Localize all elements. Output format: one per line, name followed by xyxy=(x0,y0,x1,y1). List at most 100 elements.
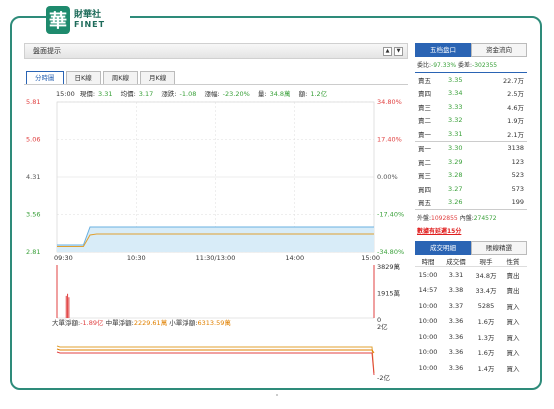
flow-mid-label: 中單淨額: xyxy=(105,319,134,327)
sell-row: 賣五 3.35 22.7万 xyxy=(415,73,527,87)
trade-tabs: 成交明細 賬線精選 xyxy=(415,241,527,255)
buy-row: 買四 3.27 573 xyxy=(415,182,527,196)
inner-value: 274572 xyxy=(473,215,497,222)
quote-info-bar: 15:00 現價: 3.31 均價: 3.17 漲跌: -1.08 漲幅: -23.20… xyxy=(56,88,333,98)
tab-intraday[interactable]: 分時圖 xyxy=(26,71,64,84)
info-avg-label: 均價: xyxy=(120,90,136,98)
buy-levels: 買一 3.30 3138 買二 3.29 123 買三 3.28 523 買四 3.27 573… xyxy=(415,142,527,210)
quote-side-panel: 五档盘口 资金流向 委比:-97.33% 委差:-302355 賣五 3.35 22… xyxy=(415,43,527,385)
sell-price: 3.33 xyxy=(448,102,463,111)
col-vol: 現手 xyxy=(479,257,493,266)
table-row: 10:00 3.36 1.4万 買入 xyxy=(415,360,527,376)
info-price-label: 現價: xyxy=(79,90,96,98)
intraday-chart[interactable]: 5.81 5.06 4.31 3.56 2.81 34.80% 17.40% 0.00% -17… xyxy=(24,84,408,384)
sell-label: 賣四 xyxy=(418,90,431,99)
chart-svg: 5.81 5.06 4.31 3.56 2.81 34.80% 17.40% 0.00% -17… xyxy=(26,98,404,382)
scroll-down-button[interactable]: ▼ xyxy=(394,47,403,56)
y-tick-label-left: 5.06 xyxy=(26,136,40,144)
y-tick-label-right: -34.80% xyxy=(377,248,404,256)
trade-side: 買入 xyxy=(506,333,520,342)
info-avg: 3.17 xyxy=(138,90,154,98)
buy-vol: 199 xyxy=(511,198,524,207)
flow-tick-label: -2亿 xyxy=(377,373,390,382)
price-area xyxy=(57,227,374,252)
buy-row: 買二 3.29 123 xyxy=(415,155,527,169)
table-row: 10:00 3.37 5285 買入 xyxy=(415,298,527,314)
y-tick-label-right: 34.80% xyxy=(377,98,402,106)
trade-price: 3.36 xyxy=(448,332,464,341)
buy-vol: 3138 xyxy=(507,144,524,153)
table-row: 15:00 3.31 34.8万 賣出 xyxy=(415,267,527,283)
trade-price: 3.38 xyxy=(448,286,464,295)
trade-price: 3.31 xyxy=(448,270,464,279)
trade-time: 10:00 xyxy=(418,301,438,310)
buy-row: 買一 3.30 3138 xyxy=(415,142,527,156)
x-tick-label: 09:30 xyxy=(54,254,73,262)
info-time: 15:00 xyxy=(56,90,75,98)
trade-price: 3.36 xyxy=(448,363,464,372)
logo-en-text: FINET xyxy=(74,19,106,29)
buy-label: 買五 xyxy=(418,199,431,208)
sell-vol: 2.1万 xyxy=(507,130,524,139)
tab-weekly-k[interactable]: 周K線 xyxy=(102,71,139,84)
info-amt: 1.2亿 xyxy=(310,90,328,98)
tab-five-levels[interactable]: 五档盘口 xyxy=(415,43,471,57)
flow-tick-label: 2亿 xyxy=(377,322,388,331)
y-tick-label-left: 5.81 xyxy=(26,98,40,106)
sell-label: 賣二 xyxy=(418,117,431,126)
info-pct: -23.20% xyxy=(222,90,250,98)
sell-price: 3.35 xyxy=(448,75,463,84)
sell-label: 賣一 xyxy=(418,130,431,139)
tab-fund-flow[interactable]: 资金流向 xyxy=(471,43,527,57)
buy-price: 3.30 xyxy=(448,144,463,153)
table-row: 10:00 3.36 1.6万 買入 xyxy=(415,345,527,361)
tab-trade-detail[interactable]: 成交明細 xyxy=(415,241,471,255)
x-tick-label: 10:30 xyxy=(127,254,146,262)
sell-label: 賣五 xyxy=(418,76,431,85)
ratio-wc-label: 委差: xyxy=(458,62,473,69)
col-side: 性質 xyxy=(506,257,520,266)
y-tick-label-right: 17.40% xyxy=(377,136,402,144)
flow-big-label: 大單淨額: xyxy=(52,319,81,327)
sell-vol: 22.7万 xyxy=(503,76,524,85)
tab-daily-k[interactable]: 日K線 xyxy=(65,71,101,84)
trade-price: 3.37 xyxy=(448,301,464,310)
sell-price: 3.32 xyxy=(448,116,463,125)
table-row: 10:00 3.36 1.3万 買入 xyxy=(415,329,527,345)
buy-label: 買四 xyxy=(418,185,431,194)
y-tick-label-right: 0.00% xyxy=(377,173,398,181)
panel-titlebar: 盤面提示 ▲ ▼ xyxy=(24,43,408,59)
sell-row: 賣一 3.31 2.1万 xyxy=(415,127,527,141)
y-tick-label-left: 4.31 xyxy=(26,173,40,181)
buy-price: 3.27 xyxy=(448,184,463,193)
buy-vol: 523 xyxy=(511,171,524,180)
x-tick-label: 14:00 xyxy=(285,254,304,262)
ratio-wb: -97.33% xyxy=(431,62,457,69)
y-tick-label-left: 2.81 xyxy=(26,248,40,256)
sell-price: 3.34 xyxy=(448,89,463,98)
sell-vol: 2.5万 xyxy=(507,90,524,99)
fund-flow-text: 大單淨額:-1.89亿 中單淨額:2229.61萬 小單淨額:6313.59萬 xyxy=(52,317,231,327)
delay-notice-link[interactable]: 數據有延遲15分 xyxy=(415,225,527,239)
tab-monthly-k[interactable]: 月K線 xyxy=(140,71,176,84)
scroll-up-button[interactable]: ▲ xyxy=(383,47,392,56)
buy-vol: 123 xyxy=(511,157,524,166)
sell-label: 賣三 xyxy=(418,103,431,112)
col-time: 時間 xyxy=(421,257,435,266)
tab-trade-select[interactable]: 賬線精選 xyxy=(471,241,527,255)
trade-vol: 34.8万 xyxy=(475,271,497,280)
info-pct-label: 漲幅: xyxy=(204,90,220,98)
trade-side: 買入 xyxy=(506,302,520,311)
panel-title: 盤面提示 xyxy=(33,47,61,55)
flow-small: 6313.59萬 xyxy=(197,319,231,327)
trade-side: 買入 xyxy=(506,364,520,373)
buy-label: 買一 xyxy=(418,145,431,154)
logo-mark: 華 xyxy=(46,6,70,34)
buy-price: 3.26 xyxy=(448,198,463,207)
trade-side: 賣出 xyxy=(506,271,520,280)
buy-vol: 573 xyxy=(511,184,524,193)
big-flow-line xyxy=(56,351,375,376)
buy-label: 買三 xyxy=(418,172,431,181)
trade-table: 15:00 3.31 34.8万 賣出 14:57 3.38 33.4万 賣出 10:00 3… xyxy=(415,267,527,376)
ratio-wc: -302355 xyxy=(472,62,498,69)
